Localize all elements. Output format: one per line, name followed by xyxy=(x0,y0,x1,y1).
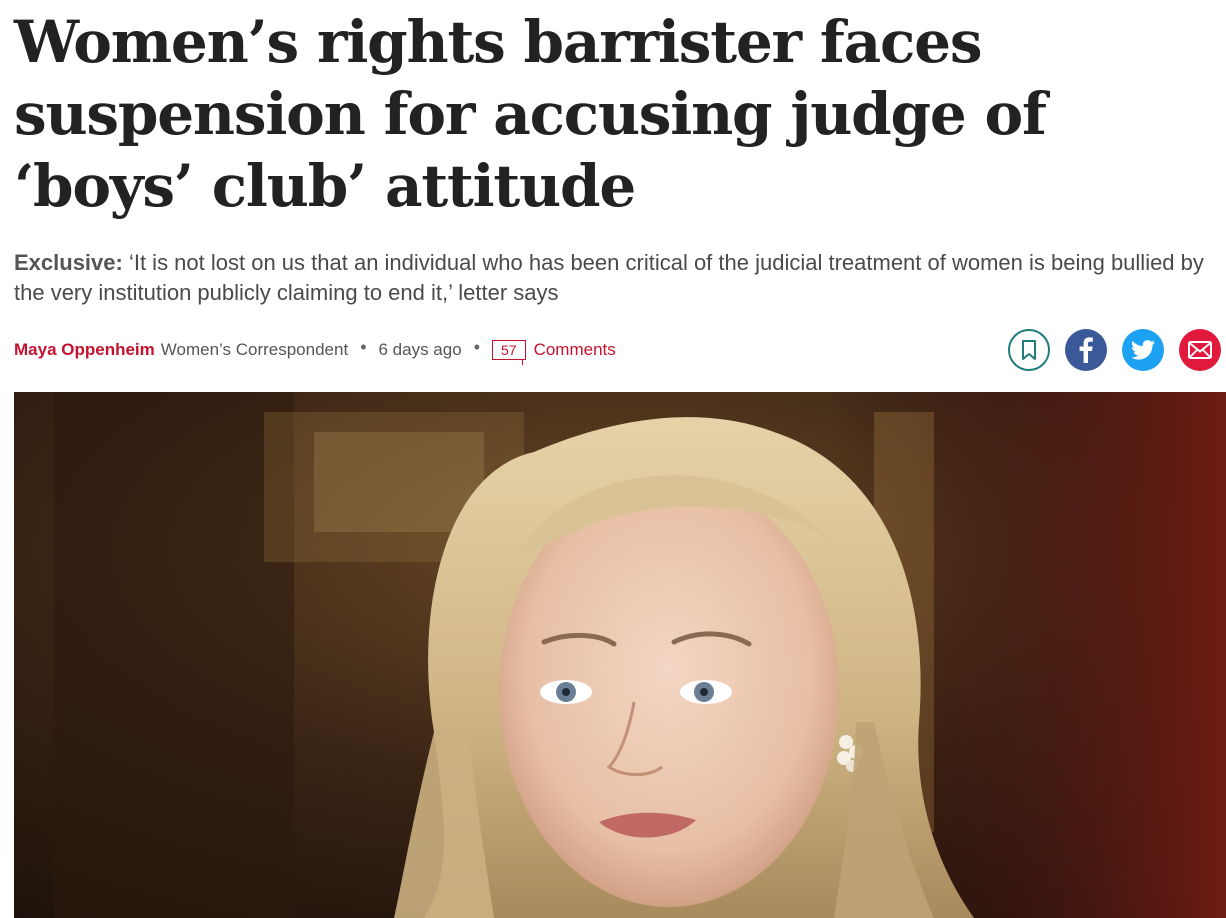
twitter-icon xyxy=(1131,340,1155,360)
byline-separator: • xyxy=(473,336,480,357)
barrister-portrait xyxy=(14,392,1226,918)
article-headline: Women’s rights barrister faces suspensio… xyxy=(14,8,1047,220)
standfirst-text: ‘It is not lost on us that an individual… xyxy=(14,250,1204,305)
email-share-button[interactable] xyxy=(1179,329,1221,371)
byline-separator: • xyxy=(360,336,367,357)
comments-link[interactable]: Comments xyxy=(534,340,616,360)
twitter-share-button[interactable] xyxy=(1122,329,1164,371)
article-standfirst: Exclusive: ‘It is not lost on us that an… xyxy=(14,248,1214,308)
email-icon xyxy=(1188,341,1212,359)
author-link[interactable]: Maya Oppenheim xyxy=(14,340,155,360)
author-role: Women’s Correspondent xyxy=(160,340,349,359)
facebook-icon xyxy=(1079,337,1093,363)
share-bar xyxy=(1008,329,1221,371)
facebook-share-button[interactable] xyxy=(1065,329,1107,371)
bookmark-button[interactable] xyxy=(1008,329,1050,371)
hero-image xyxy=(14,392,1226,918)
byline: Maya Oppenheim Women’s Correspondent • 6… xyxy=(14,336,616,365)
bookmark-icon xyxy=(1022,340,1036,360)
comment-count-badge[interactable]: 57 xyxy=(492,340,526,365)
publish-time: 6 days ago xyxy=(378,340,462,359)
standfirst-label: Exclusive: xyxy=(14,250,123,275)
